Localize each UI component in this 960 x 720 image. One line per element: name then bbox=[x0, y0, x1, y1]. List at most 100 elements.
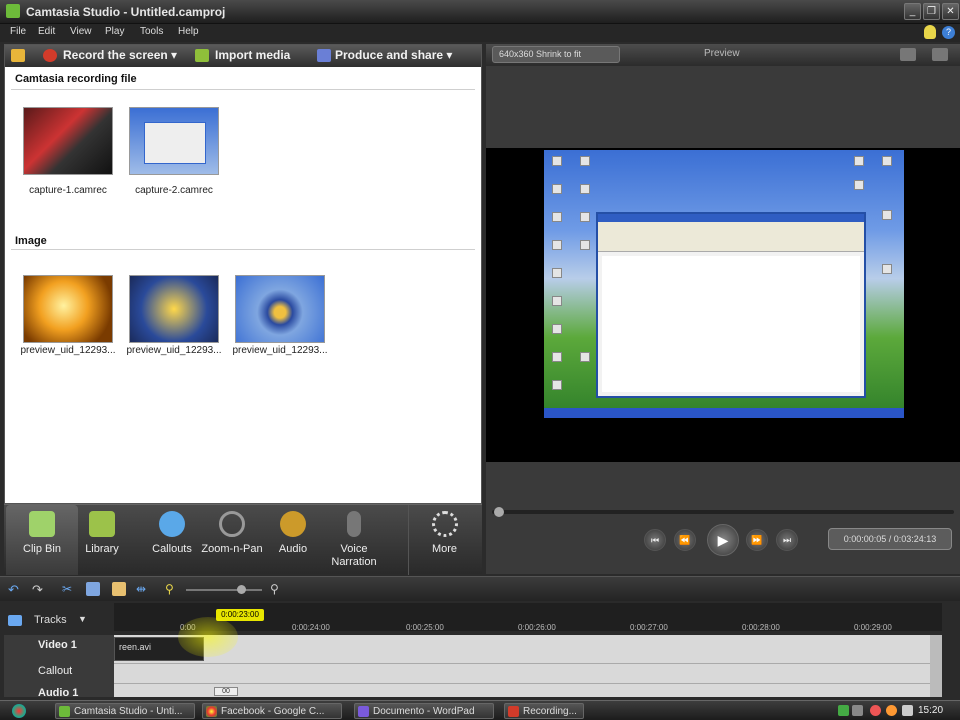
start-button[interactable] bbox=[12, 704, 26, 718]
tab-library[interactable]: Library bbox=[66, 505, 138, 575]
preview-size-dropdown[interactable]: 640x360 Shrink to fit bbox=[492, 46, 620, 63]
paste-icon[interactable] bbox=[112, 582, 126, 596]
image-thumbnail[interactable] bbox=[129, 275, 219, 343]
preview-panel: 640x360 Shrink to fit Preview ⏮ ⏪ ▶ ⏩ ⏭ … bbox=[486, 44, 960, 574]
desktop-icon bbox=[552, 240, 562, 250]
cut-icon[interactable]: ✂ bbox=[62, 582, 76, 596]
task-toolbar: Record the screen ▾ Import media Produce… bbox=[5, 45, 481, 67]
playback-scrubber[interactable] bbox=[492, 510, 954, 514]
camtasia-app-icon bbox=[6, 4, 20, 18]
rewind-button[interactable]: ⏪ bbox=[674, 529, 696, 551]
menu-view[interactable]: View bbox=[70, 26, 92, 37]
record-icon bbox=[43, 49, 57, 62]
vertical-scrollbar[interactable] bbox=[930, 635, 942, 697]
split-icon[interactable]: ⇹ bbox=[136, 582, 150, 596]
track-area[interactable]: reen.avi 00 bbox=[114, 635, 942, 697]
recording-thumbnail[interactable] bbox=[129, 107, 219, 175]
close-button[interactable]: ✕ bbox=[942, 3, 959, 20]
track-video-1[interactable]: Video 1 bbox=[38, 639, 77, 651]
task-label: Facebook - Google C... bbox=[221, 706, 325, 717]
maximize-button[interactable]: ❐ bbox=[923, 3, 940, 20]
produce-share-button[interactable]: Produce and share ▾ bbox=[335, 48, 452, 62]
image-label: preview_uid_12293... bbox=[20, 345, 116, 356]
menu-help[interactable]: Help bbox=[178, 26, 199, 37]
recording-label: capture-1.camrec bbox=[29, 185, 107, 196]
zoom-out-icon[interactable]: ⚲ bbox=[165, 582, 179, 596]
taskbar-item[interactable]: Camtasia Studio - Unti... bbox=[55, 703, 195, 719]
fast-forward-button[interactable]: ⏩ bbox=[746, 529, 768, 551]
scrubber-handle[interactable] bbox=[494, 507, 504, 517]
camtasia-icon bbox=[59, 706, 70, 717]
chrome-icon bbox=[206, 706, 217, 717]
tab-label: More bbox=[431, 543, 458, 555]
desktop-icon bbox=[580, 156, 590, 166]
tab-label: Voice Narration bbox=[331, 543, 377, 568]
track-audio-1[interactable]: Audio 1 bbox=[38, 687, 78, 699]
desktop-icon bbox=[552, 212, 562, 222]
recording-thumbnail[interactable] bbox=[23, 107, 113, 175]
microphone-icon bbox=[347, 511, 361, 537]
callout-icon bbox=[159, 511, 185, 537]
record-screen-button[interactable]: Record the screen ▾ bbox=[63, 48, 177, 62]
timeline-toolbar: ↶ ↷ ✂ ⇹ ⚲ ⚲ bbox=[0, 577, 960, 601]
tray-icon[interactable] bbox=[838, 705, 849, 716]
minimize-button[interactable]: _ bbox=[904, 3, 921, 20]
recording-label: capture-2.camrec bbox=[135, 185, 213, 196]
zoom-slider-handle[interactable] bbox=[237, 585, 246, 594]
track-callout[interactable]: Callout bbox=[38, 665, 72, 677]
mouse-cursor-highlight bbox=[178, 617, 238, 657]
taskbar-item[interactable]: Facebook - Google C... bbox=[202, 703, 342, 719]
task-label: Documento - WordPad bbox=[373, 706, 475, 717]
image-label: preview_uid_12293... bbox=[126, 345, 222, 356]
produce-icon bbox=[317, 49, 331, 62]
chevron-down-icon[interactable]: ▼ bbox=[78, 614, 87, 624]
menu-file[interactable]: File bbox=[10, 26, 26, 37]
taskbar-item[interactable]: Recording... bbox=[504, 703, 584, 719]
play-button[interactable]: ▶ bbox=[707, 524, 739, 556]
image-thumbnail[interactable] bbox=[23, 275, 113, 343]
menu-edit[interactable]: Edit bbox=[38, 26, 55, 37]
image-thumbnail[interactable] bbox=[235, 275, 325, 343]
undo-icon[interactable]: ↶ bbox=[8, 582, 22, 597]
tray-icon[interactable] bbox=[852, 705, 863, 716]
desktop-icon bbox=[580, 240, 590, 250]
title-bar: Camtasia Studio - Untitled.camproj _ ❐ ✕ bbox=[0, 0, 960, 24]
os-taskbar: Camtasia Studio - Unti... Facebook - Goo… bbox=[0, 700, 960, 720]
desktop-icon bbox=[552, 156, 562, 166]
tool-tabs: Clip Bin Library Callouts Zoom-n-Pan Aud… bbox=[4, 504, 482, 575]
lightbulb-icon[interactable] bbox=[924, 25, 936, 39]
desktop-icon bbox=[552, 184, 562, 194]
redo-icon[interactable]: ↷ bbox=[32, 582, 46, 597]
tray-icon[interactable] bbox=[886, 705, 897, 716]
ruler-tick: 0:00:26:00 bbox=[518, 623, 556, 632]
desktop-icon bbox=[552, 380, 562, 390]
folder-icon[interactable] bbox=[11, 49, 25, 62]
tab-more[interactable]: More bbox=[408, 505, 480, 575]
next-clip-button[interactable]: ⏭ bbox=[776, 529, 798, 551]
desktop-icon bbox=[580, 184, 590, 194]
previous-clip-button[interactable]: ⏮ bbox=[644, 529, 666, 551]
fullscreen-icon[interactable] bbox=[900, 48, 916, 61]
image-section-title: Image bbox=[15, 235, 47, 247]
taskbar-item[interactable]: Documento - WordPad bbox=[354, 703, 494, 719]
zoom-badge[interactable]: 00 bbox=[214, 687, 238, 696]
menu-play[interactable]: Play bbox=[105, 26, 124, 37]
tracks-dropdown[interactable]: Tracks bbox=[34, 614, 67, 626]
volume-icon[interactable] bbox=[902, 705, 913, 716]
preview-title: Preview bbox=[704, 48, 740, 59]
zoom-in-icon[interactable]: ⚲ bbox=[270, 582, 284, 596]
window-thumbnail bbox=[144, 122, 206, 164]
import-media-button[interactable]: Import media bbox=[215, 48, 290, 62]
detach-icon[interactable] bbox=[932, 48, 948, 61]
tab-voice-narration[interactable]: Voice Narration bbox=[318, 505, 390, 575]
video-canvas[interactable] bbox=[486, 148, 960, 462]
help-icon[interactable]: ? bbox=[942, 26, 955, 39]
copy-icon[interactable] bbox=[86, 582, 100, 596]
ruler-tick: 0:00:24:00 bbox=[292, 623, 330, 632]
menu-tools[interactable]: Tools bbox=[140, 26, 163, 37]
task-label: Recording... bbox=[523, 706, 577, 717]
desktop-icon bbox=[552, 296, 562, 306]
zoom-slider[interactable] bbox=[186, 589, 262, 591]
window-title-bar bbox=[598, 214, 864, 222]
tray-icon[interactable] bbox=[870, 705, 881, 716]
